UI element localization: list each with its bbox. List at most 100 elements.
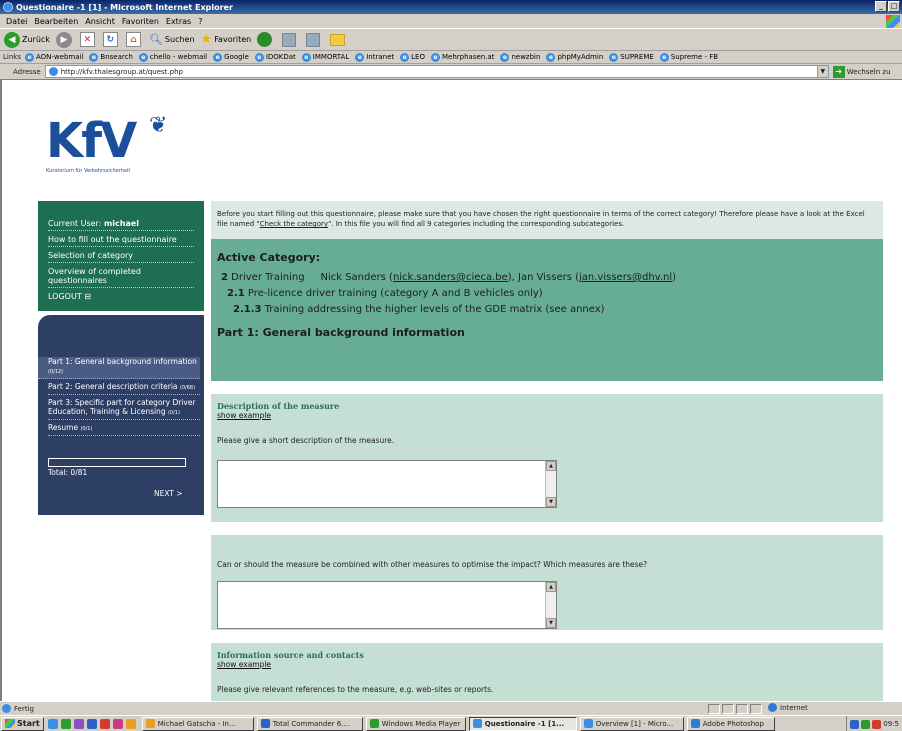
link-idokdat[interactable]: e IDOKDat — [254, 52, 296, 62]
questionnaire-main: Before you start filling out this questi… — [211, 201, 883, 701]
ie-page-icon: e — [301, 52, 311, 62]
question-heading: Information source and contacts — [217, 650, 364, 660]
sidebar-item-part1[interactable]: Part 1: General background information (… — [38, 357, 200, 379]
minimize-button[interactable]: _ — [875, 1, 887, 12]
answer-textarea[interactable]: ▲ ▼ — [217, 581, 557, 629]
logo-subtitle: Kuratorium für Verkehrssicherheit — [46, 168, 131, 174]
refresh-button[interactable]: ↻ — [102, 32, 120, 47]
menu-help[interactable]: ? — [198, 17, 202, 26]
textarea-scrollbar[interactable]: ▲ ▼ — [545, 582, 556, 628]
favorites-button[interactable]: ★ Favoriten — [201, 32, 252, 47]
system-tray: 09:5 — [846, 716, 902, 731]
question-text: Please give relevant references to the m… — [217, 685, 494, 694]
mail-button[interactable] — [282, 32, 300, 47]
menu-ansicht[interactable]: Ansicht — [85, 17, 115, 26]
folder-icon — [330, 33, 346, 46]
scroll-up-icon[interactable]: ▲ — [546, 582, 556, 592]
status-text: Fertig — [14, 704, 34, 713]
question-block-3: Information source and contacts show exa… — [211, 643, 883, 701]
link-mehrphasen[interactable]: e Mehrphasen.at — [430, 52, 494, 62]
quicklaunch-excel-icon[interactable] — [60, 718, 71, 729]
category-level-3: 2.1.3 Training addressing the higher lev… — [233, 304, 605, 315]
link-leo[interactable]: e LEO — [400, 52, 425, 62]
link-supreme[interactable]: e SUPREME — [609, 52, 654, 62]
sidebar-item-category[interactable]: Selection of category — [48, 251, 194, 263]
textarea-scrollbar[interactable]: ▲ ▼ — [545, 461, 556, 507]
start-button[interactable]: Start — [1, 716, 44, 731]
sidebar-item-howto[interactable]: How to fill out the questionnaire — [48, 235, 194, 247]
stop-button[interactable]: ✕ — [79, 32, 97, 47]
scroll-down-icon[interactable]: ▼ — [546, 497, 556, 507]
question-text: Can or should the measure be combined wi… — [217, 560, 648, 569]
link-newzbin[interactable]: e newzbin — [500, 52, 540, 62]
back-button[interactable]: ◀ Zurück — [4, 31, 50, 48]
sidebar-item-part2[interactable]: Part 2: General description criteria (0/… — [48, 382, 200, 395]
link-aon-webmail[interactable]: e AON-webmail — [24, 52, 83, 62]
menu-bearbeiten[interactable]: Bearbeiten — [34, 17, 78, 26]
scroll-up-icon[interactable]: ▲ — [546, 461, 556, 471]
link-intranet[interactable]: e Intranet — [355, 52, 394, 62]
quicklaunch-app-icon[interactable] — [73, 718, 84, 729]
menu-extras[interactable]: Extras — [166, 17, 191, 26]
active-category-heading: Active Category: — [217, 251, 321, 264]
task-overview[interactable]: Overview [1] - Micro... — [579, 716, 684, 731]
quicklaunch-word-icon[interactable] — [86, 718, 97, 729]
quicklaunch-app-icon[interactable] — [112, 718, 123, 729]
folder-button[interactable] — [330, 33, 349, 46]
home-button[interactable]: ⌂ — [125, 32, 143, 47]
sidebar-user-panel: Current User: michael How to fill out th… — [38, 201, 204, 311]
clock: 09:5 — [883, 720, 899, 728]
address-input[interactable]: http://kfv.thalesgroup.at/quest.php ▼ — [44, 65, 829, 78]
address-bar: Adresse http://kfv.thalesgroup.at/quest.… — [0, 64, 902, 80]
check-category-link[interactable]: Check the category — [260, 220, 328, 228]
sidebar-item-overview[interactable]: Overview of completed questionnaires — [48, 267, 194, 288]
answer-textarea[interactable]: ▲ ▼ — [217, 460, 557, 508]
tray-icon[interactable] — [872, 719, 882, 729]
total-count: Total: 0/81 — [48, 468, 88, 477]
next-button[interactable]: NEXT > — [154, 489, 204, 498]
email-link-nick[interactable]: nick.sanders@cieca.be — [393, 272, 508, 283]
quicklaunch-app-icon[interactable] — [125, 718, 136, 729]
scroll-down-icon[interactable]: ▼ — [546, 618, 556, 628]
go-button[interactable]: ➔ Wechseln zu — [832, 65, 891, 78]
link-immortal[interactable]: e IMMORTAL — [301, 52, 349, 62]
maximize-button[interactable]: □ — [888, 1, 900, 12]
link-bnsearch[interactable]: e Bnsearch — [89, 52, 133, 62]
tray-icon[interactable] — [861, 719, 871, 729]
chevron-down-icon[interactable]: ▼ — [816, 66, 828, 77]
status-bar: Fertig Internet — [0, 701, 902, 715]
link-google[interactable]: e Google — [213, 52, 249, 62]
ie-page-icon — [472, 719, 482, 728]
media-button[interactable] — [257, 32, 276, 47]
menu-datei[interactable]: Datei — [6, 17, 27, 26]
tray-icon[interactable] — [850, 719, 860, 729]
email-link-jan[interactable]: jan.vissers@dhv.nl — [579, 272, 672, 283]
ie-page-icon — [583, 719, 593, 728]
logout-link[interactable]: LOGOUT ⊟ — [48, 292, 194, 303]
task-michael-gatscha[interactable]: Michael Gatscha - In... — [141, 716, 254, 731]
task-photoshop[interactable]: Adobe Photoshop — [686, 716, 775, 731]
quicklaunch-app-icon[interactable] — [99, 718, 110, 729]
question-heading: Description of the measure — [217, 401, 340, 411]
page-viewport: KfV ❦ Kuratorium für Verkehrssicherheit … — [0, 80, 902, 701]
link-supreme-fb[interactable]: e Supreme - FB — [659, 52, 718, 62]
show-example-link[interactable]: show example — [217, 411, 877, 420]
task-questionaire[interactable]: Questionaire -1 [1... — [468, 716, 577, 731]
quicklaunch-ie-icon[interactable] — [47, 718, 58, 729]
print-button[interactable] — [306, 32, 324, 47]
go-arrow-icon: ➔ — [832, 65, 845, 78]
task-media-player[interactable]: Windows Media Player — [365, 716, 466, 731]
link-phpmyadmin[interactable]: e phpMyAdmin — [546, 52, 603, 62]
kfv-logo[interactable]: KfV ❦ Kuratorium für Verkehrssicherheit — [46, 113, 176, 174]
sidebar-parts-nav: Part 1: General background information (… — [38, 315, 204, 515]
link-chello-webmail[interactable]: e chello - webmail — [138, 52, 207, 62]
forward-arrow-icon: ▶ — [55, 31, 72, 48]
menu-favoriten[interactable]: Favoriten — [122, 17, 159, 26]
stop-icon: ✕ — [79, 32, 95, 47]
task-total-commander[interactable]: Total Commander 6.... — [256, 716, 363, 731]
search-button[interactable]: 🔍︎ Suchen — [149, 33, 195, 46]
sidebar-item-resume[interactable]: Resume (0/1) — [48, 423, 200, 436]
forward-button[interactable]: ▶ — [55, 31, 74, 48]
sidebar-item-part3[interactable]: Part 3: Specific part for category Drive… — [48, 398, 200, 420]
show-example-link[interactable]: show example — [217, 660, 877, 669]
